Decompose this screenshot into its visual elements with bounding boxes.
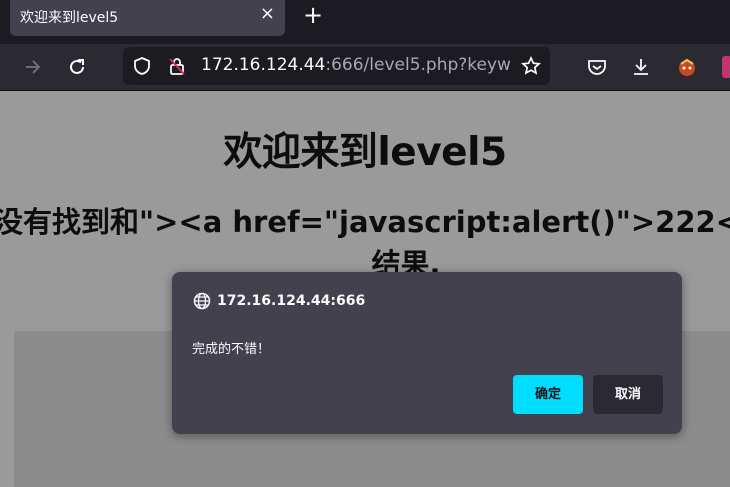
insecure-lock-icon[interactable] xyxy=(167,56,187,76)
alert-dialog: 172.16.124.44:666 完成的不错！ 确定 取消 xyxy=(172,272,682,434)
page-heading: 欢迎来到level5 xyxy=(223,130,507,175)
extension-icon-partial[interactable] xyxy=(722,56,730,78)
url-bar[interactable]: 172.16.124.44:666/level5.php?keyword xyxy=(123,47,550,85)
tab-close-icon[interactable]: × xyxy=(260,4,275,24)
tab-title: 欢迎来到level5 xyxy=(20,10,119,26)
browser-tab[interactable]: 欢迎来到level5 × xyxy=(10,0,285,36)
cancel-button[interactable]: 取消 xyxy=(593,375,663,414)
result-text-line1: 没有找到和"><a href="javascript:alert()">222<… xyxy=(0,205,730,239)
dialog-message: 完成的不错！ xyxy=(192,342,271,357)
navigation-toolbar: 172.16.124.44:666/level5.php?keyword xyxy=(0,44,730,91)
pocket-icon[interactable] xyxy=(586,56,608,78)
dialog-origin: 172.16.124.44:666 xyxy=(217,293,366,309)
tab-bar: 欢迎来到level5 × + xyxy=(0,0,730,44)
globe-icon xyxy=(193,292,211,310)
forward-icon[interactable] xyxy=(22,56,44,78)
url-text[interactable]: 172.16.124.44:666/level5.php?keyword xyxy=(201,55,539,75)
shield-icon[interactable] xyxy=(132,56,152,76)
bookmark-star-icon[interactable] xyxy=(521,56,541,76)
reload-icon[interactable] xyxy=(66,56,88,78)
ok-button[interactable]: 确定 xyxy=(513,375,583,414)
downloads-icon[interactable] xyxy=(630,56,652,78)
url-path: :666/level5.php?keyword xyxy=(325,55,539,75)
url-host: 172.16.124.44 xyxy=(201,55,326,75)
new-tab-button[interactable]: + xyxy=(303,3,323,27)
extension-icon[interactable] xyxy=(676,56,698,78)
